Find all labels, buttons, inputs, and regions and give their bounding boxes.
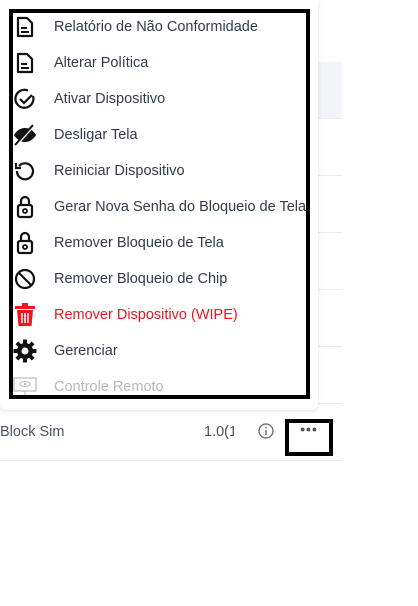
menu-item-label: Controle Remoto <box>54 379 164 395</box>
check-circle-icon <box>13 87 37 111</box>
row-name: Block Sim <box>0 424 65 440</box>
menu-item-desligar-tela[interactable]: Desligar Tela <box>13 117 306 153</box>
menu-item-controle-remoto: Controle Remoto <box>13 369 306 395</box>
menu-item-label: Gerenciar <box>54 343 118 359</box>
menu-item-remover-bloqueio-de-chip[interactable]: Remover Bloqueio de Chip <box>13 261 306 297</box>
eye-off-icon <box>13 123 37 147</box>
menu-item-label: Remover Bloqueio de Tela <box>54 235 224 251</box>
menu-item-label: Reiniciar Dispositivo <box>54 163 185 179</box>
block-icon <box>13 267 37 291</box>
menu-item-label: Remover Bloqueio de Chip <box>54 271 228 287</box>
trash-icon <box>13 303 37 327</box>
document-icon <box>13 15 37 39</box>
menu-item-label: Alterar Política <box>54 55 149 71</box>
remote-screen-icon <box>13 375 37 395</box>
row-version: 1.0(1 <box>204 424 234 440</box>
document-icon <box>13 51 37 75</box>
menu-item-label: Relatório de Não Conformidade <box>54 19 258 35</box>
lock-icon <box>13 195 37 219</box>
menu-item-label: Remover Dispositivo (WIPE) <box>54 307 238 323</box>
divider <box>0 460 342 461</box>
menu-item-gerar-nova-senha-do-bloqueio-de-tela[interactable]: Gerar Nova Senha do Bloqueio de Tela <box>13 189 306 225</box>
lock-icon <box>13 231 37 255</box>
menu-item-reiniciar-dispositivo[interactable]: Reiniciar Dispositivo <box>13 153 306 189</box>
more-actions-button[interactable]: ••• <box>285 419 333 456</box>
menu-item-label: Gerar Nova Senha do Bloqueio de Tela <box>54 199 307 215</box>
actions-menu: Relatório de Não Conformidade Alterar Pol… <box>0 0 318 410</box>
gear-icon <box>13 339 37 363</box>
menu-item-remover-bloqueio-de-tela[interactable]: Remover Bloqueio de Tela <box>13 225 306 261</box>
menu-item-alterar-politica[interactable]: Alterar Política <box>13 45 306 81</box>
menu-item-remover-dispositivo-wipe[interactable]: Remover Dispositivo (WIPE) <box>13 297 306 333</box>
menu-item-relatorio-de-nao-conformidade[interactable]: Relatório de Não Conformidade <box>13 13 306 45</box>
info-icon[interactable] <box>258 423 274 444</box>
menu-item-label: Ativar Dispositivo <box>54 91 166 107</box>
menu-item-label: Desligar Tela <box>54 127 138 143</box>
restart-icon <box>13 159 37 183</box>
more-icon: ••• <box>300 421 318 437</box>
menu-item-ativar-dispositivo[interactable]: Ativar Dispositivo <box>13 81 306 117</box>
menu-item-gerenciar[interactable]: Gerenciar <box>13 333 306 369</box>
